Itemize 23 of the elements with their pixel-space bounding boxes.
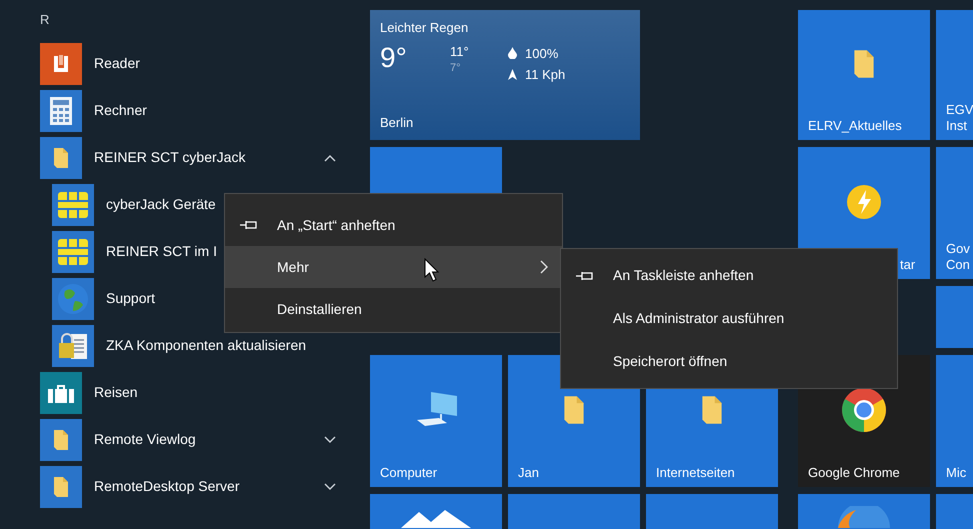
app-tile[interactable]: Gov Con xyxy=(936,147,973,279)
app-tile[interactable]: Computer xyxy=(370,355,502,487)
app-list-item[interactable]: Remote Viewlog xyxy=(40,416,350,463)
city-name: Berlin xyxy=(380,114,414,132)
section-letter[interactable]: R xyxy=(40,10,50,40)
high-temperature: 11° xyxy=(450,44,469,60)
app-list-item[interactable]: RemoteDesktop Server xyxy=(40,463,350,510)
temperature: 9° xyxy=(380,44,408,72)
app-tile[interactable]: ELRV_Aktuelles xyxy=(798,10,930,140)
app-tile[interactable]: EGV Inst xyxy=(936,10,973,140)
humidity: 100% xyxy=(525,44,558,62)
app-list-item[interactable]: Rechner xyxy=(40,87,350,134)
weather-condition: Leichter Regen xyxy=(380,19,468,37)
app-list-item[interactable]: Reader xyxy=(40,40,350,87)
app-list-item[interactable]: Reisen xyxy=(40,369,350,416)
low-temperature: 7° xyxy=(450,60,461,76)
app-list-item[interactable]: REINER SCT cyberJack xyxy=(40,134,350,181)
weather-tile[interactable]: Leichter Regen 9° 11° 7° 100% 11 Kph Berlin xyxy=(370,10,640,140)
wind-speed: 11 Kph xyxy=(525,66,566,84)
app-tile[interactable]: Mic xyxy=(936,355,973,487)
menu-item[interactable]: Als Administrator ausführen xyxy=(561,297,897,340)
menu-item[interactable]: Mehr xyxy=(225,246,562,288)
menu-item[interactable]: An „Start“ anheften xyxy=(225,204,562,246)
